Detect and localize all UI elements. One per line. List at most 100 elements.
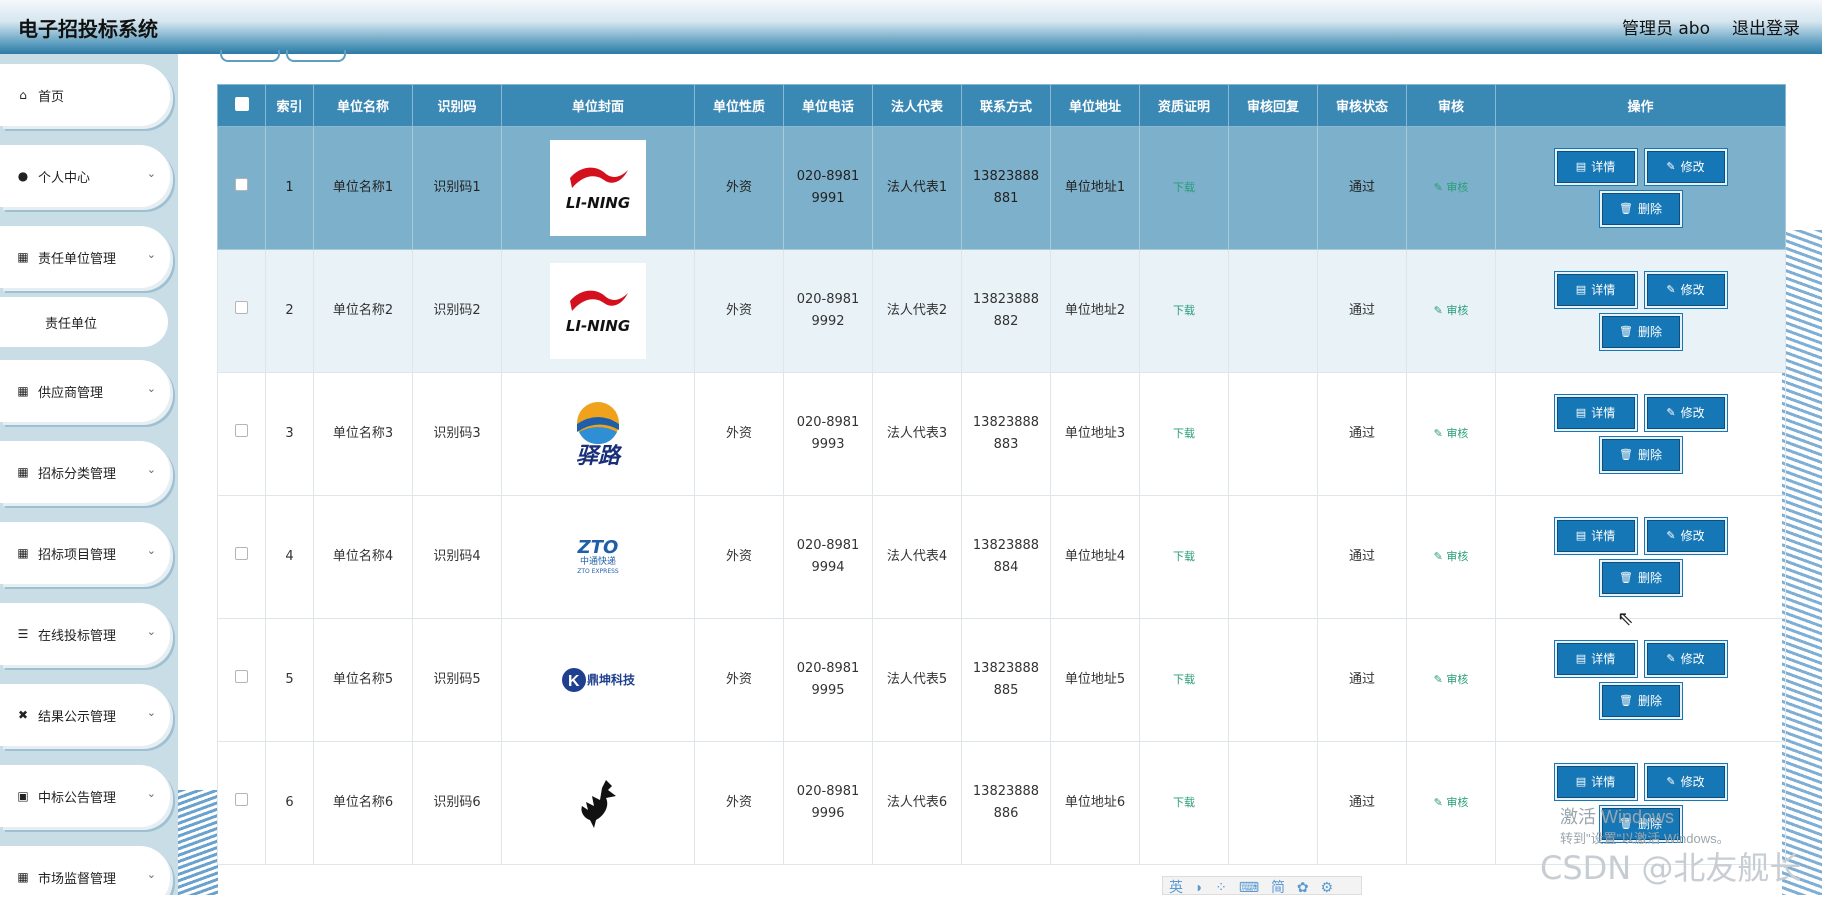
row-checkbox[interactable] [235,547,248,560]
certificate-cell: 下载 [1139,741,1229,865]
table-row[interactable]: 2 单位名称2 识别码2 LI-NING 外资 020-8981 9992 法人代表2 1382… [217,249,1786,373]
download-link[interactable]: 下载 [1173,796,1195,809]
button-label: 详情 [1591,652,1616,666]
audit-link[interactable]: ✎ 审核 [1434,304,1469,317]
contact-part: 13823888 [972,538,1040,553]
nature-cell: 外资 [694,495,784,619]
sidebar-item-market[interactable]: ▦ 市场监督管理 ⌄ [0,846,170,895]
logo-subtext: ZTO EXPRESS [577,567,619,575]
top-right-area: 管理员 abo 退出登录 [1622,14,1800,39]
detail-button[interactable]: ▤ 详情 [1554,272,1637,308]
sidebar-item-personal[interactable]: ● 个人中心 ⌄ [0,145,170,207]
audit-link[interactable]: ✎ 审核 [1434,550,1469,563]
button-label: 删除 [1637,325,1662,339]
reply-cell [1228,618,1318,742]
detail-button[interactable]: ▤ 详情 [1554,764,1637,800]
contact-cell: 13823888 886 [961,741,1051,865]
cover-cell[interactable]: K 鼎坤科技 [501,618,695,742]
delete-button[interactable]: 🗑 删除 [1599,560,1682,596]
row-select-cell[interactable] [217,372,266,496]
phone-cell: 020-8981 9996 [783,741,873,865]
pencil-icon: ✎ [1666,775,1676,788]
csdn-watermark: CSDN @北友舰长 [1540,849,1802,887]
sidebar-item-label: 结果公示管理 [38,709,117,725]
column-header: 法人代表 [872,84,962,127]
audit-cell: ✎ 审核 [1406,126,1496,250]
sidebar-item-label: 个人中心 [38,170,91,186]
column-header: 识别码 [412,84,502,127]
sidebar-item-label: 责任单位 [45,316,98,332]
edit-button[interactable]: ✎ 修改 [1644,272,1727,308]
cover-cell[interactable]: 驿路 [501,372,695,496]
edit-button[interactable]: ✎ 修改 [1644,395,1727,431]
sidebar-item-result[interactable]: ✖ 结果公示管理 ⌄ [0,684,170,746]
edit-button[interactable]: ✎ 修改 [1644,518,1727,554]
logout-link[interactable]: 退出登录 [1732,14,1800,39]
audit-link[interactable]: ✎ 审核 [1434,427,1469,440]
download-link[interactable]: 下载 [1173,550,1195,563]
cover-cell[interactable]: LI-NING [501,249,695,373]
sidebar-item-unit-mgmt[interactable]: ▦ 责任单位管理 ⌄ [0,226,170,288]
watermark-title: 激活 Windows [1560,807,1675,827]
pencil-icon: ✎ [1666,529,1676,542]
toolbar-button-stub[interactable] [286,50,346,62]
edit-button[interactable]: ✎ 修改 [1644,149,1727,185]
phone-cell: 020-8981 9991 [783,126,873,250]
cover-cell[interactable]: ZTO 中通快递 ZTO EXPRESS [501,495,695,619]
delete-button[interactable]: 🗑 删除 [1599,683,1682,719]
table-row[interactable]: 4 单位名称4 识别码4 ZTO 中通快递 ZTO EXPRESS 外资 020-8981 99… [217,495,1786,619]
download-link[interactable]: 下载 [1173,673,1195,686]
row-select-cell[interactable] [217,126,266,250]
detail-button[interactable]: ▤ 详情 [1554,395,1637,431]
audit-link[interactable]: ✎ 审核 [1434,796,1469,809]
logo-text: ZTO [577,536,619,558]
table-row[interactable]: 1 单位名称1 识别码1 LI-NING 外资 020-8981 9991 法人代表1 1382… [217,126,1786,250]
unit-name-cell: 单位名称3 [313,372,413,496]
ime-toolbar[interactable]: 英 ◗ ⁘ ⌨ 简 ✿ ⚙ [1162,876,1362,895]
row-checkbox[interactable] [235,670,248,683]
audit-link[interactable]: ✎ 审核 [1434,181,1469,194]
delete-button[interactable]: 🗑 删除 [1599,314,1682,350]
sidebar-subitem-unit[interactable]: 责任单位 [0,297,168,347]
table-row[interactable]: 5 单位名称5 识别码5 K 鼎坤科技 外资 020-8981 9995 法人代表5 138238… [217,618,1786,742]
row-select-cell[interactable] [217,495,266,619]
delete-button[interactable]: 🗑 删除 [1599,191,1682,227]
button-label: 修改 [1680,529,1705,543]
current-user[interactable]: 管理员 abo [1622,14,1710,39]
contact-part: 13823888 [972,415,1040,430]
edit-button[interactable]: ✎ 修改 [1644,764,1727,800]
sidebar-item-home[interactable]: ⌂ 首页 [0,64,170,126]
table-row[interactable]: 3 单位名称3 识别码3 驿路 外资 020-8981 9993 法人代表3 13823888 8… [217,372,1786,496]
row-checkbox[interactable] [235,793,248,806]
row-checkbox[interactable] [235,424,248,437]
audit-link[interactable]: ✎ 审核 [1434,673,1469,686]
button-label: 删除 [1637,202,1662,216]
cover-cell[interactable]: LI-NING [501,126,695,250]
detail-button[interactable]: ▤ 详情 [1554,149,1637,185]
download-link[interactable]: 下载 [1173,427,1195,440]
detail-button[interactable]: ▤ 详情 [1554,641,1637,677]
delete-button[interactable]: 🗑 删除 [1599,437,1682,473]
download-link[interactable]: 下载 [1173,304,1195,317]
cover-cell[interactable] [501,741,695,865]
sidebar-item-project[interactable]: ▦ 招标项目管理 ⌄ [0,522,170,584]
sidebar-item-announcement[interactable]: ▣ 中标公告管理 ⌄ [0,765,170,827]
select-all-checkbox[interactable] [234,96,249,111]
sidebar-item-category[interactable]: ▦ 招标分类管理 ⌄ [0,441,170,503]
row-checkbox[interactable] [235,178,248,191]
index-cell: 4 [265,495,314,619]
actions-cell: ▤ 详情 ✎ 修改 🗑 删除 [1495,126,1786,250]
toolbar-button-stub[interactable] [220,50,280,62]
sidebar-item-bidding[interactable]: ☰ 在线投标管理 ⌄ [0,603,170,665]
row-checkbox[interactable] [235,301,248,314]
row-select-cell[interactable] [217,741,266,865]
row-select-cell[interactable] [217,618,266,742]
row-select-cell[interactable] [217,249,266,373]
edit-button[interactable]: ✎ 修改 [1644,641,1727,677]
sidebar-item-supplier[interactable]: ▦ 供应商管理 ⌄ [0,360,170,422]
column-header: 审核回复 [1228,84,1318,127]
select-all-header[interactable] [217,84,266,127]
detail-button[interactable]: ▤ 详情 [1554,518,1637,554]
contact-part: 885 [993,683,1019,698]
download-link[interactable]: 下载 [1173,181,1195,194]
